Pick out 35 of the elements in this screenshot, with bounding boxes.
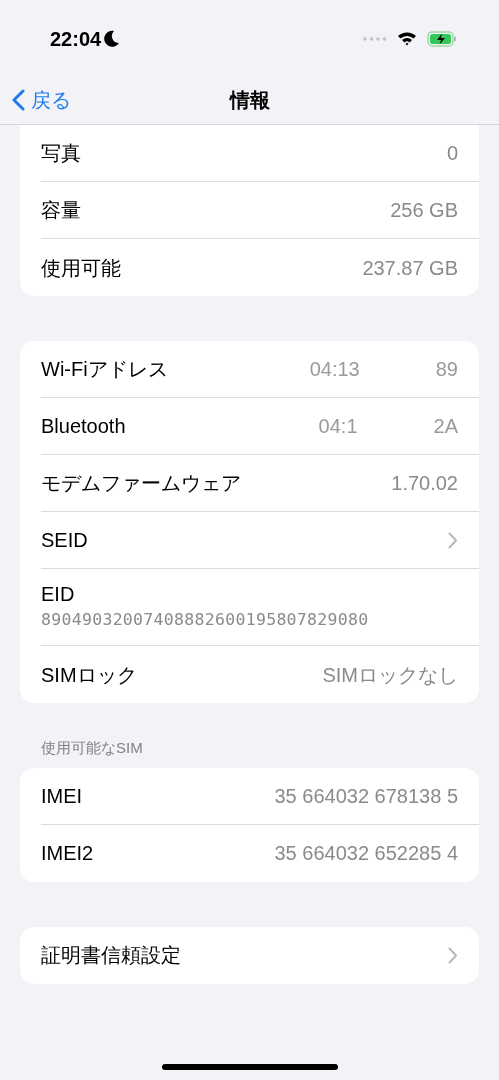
row-value: 35 664032 652285 4 [274, 841, 458, 866]
row-value: 35 664032 678138 5 [274, 783, 458, 809]
row-label: SEID [41, 528, 88, 553]
row-value: 1.70.02 [391, 471, 458, 496]
page-title: 情報 [229, 87, 270, 113]
row-value: 256 GB [390, 198, 458, 223]
row-label: Wi-Fiアドレス [41, 357, 168, 382]
back-button[interactable]: 戻る [12, 84, 71, 115]
row-label: IMEI [41, 783, 83, 809]
row-label: モデムファームウェア [41, 471, 241, 496]
row-value: SIMロックなし [322, 662, 458, 688]
row-value: 2A [433, 414, 458, 439]
row-label: 写真 [41, 141, 81, 166]
row-value: 04:13 [309, 357, 360, 382]
row-label: 使用可能 [41, 255, 121, 281]
back-chevron-icon [12, 88, 25, 111]
row-value: 89 [435, 357, 458, 382]
row-label: SIMロック [41, 662, 137, 688]
row-label: IMEI2 [41, 841, 94, 866]
row-label: Bluetooth [41, 414, 126, 439]
battery-icon [427, 30, 457, 47]
row-value: 0 [446, 141, 458, 166]
row-value: 89049032007408882600195807829080 [41, 609, 370, 631]
signal-icon [363, 36, 387, 41]
wifi-icon [397, 31, 417, 46]
moon-icon [104, 30, 121, 47]
row-value: 04:1 [318, 414, 358, 439]
row-label: 容量 [41, 198, 81, 223]
row-label: 証明書信頼設定 [41, 943, 181, 968]
row-value: 237.87 GB [362, 255, 458, 281]
status-time: 22:04 [50, 26, 102, 52]
section-header: 使用可能なSIM [41, 738, 144, 758]
chevron-icon [448, 531, 458, 549]
chevron-icon [448, 946, 458, 964]
row-label: EID [41, 582, 76, 607]
